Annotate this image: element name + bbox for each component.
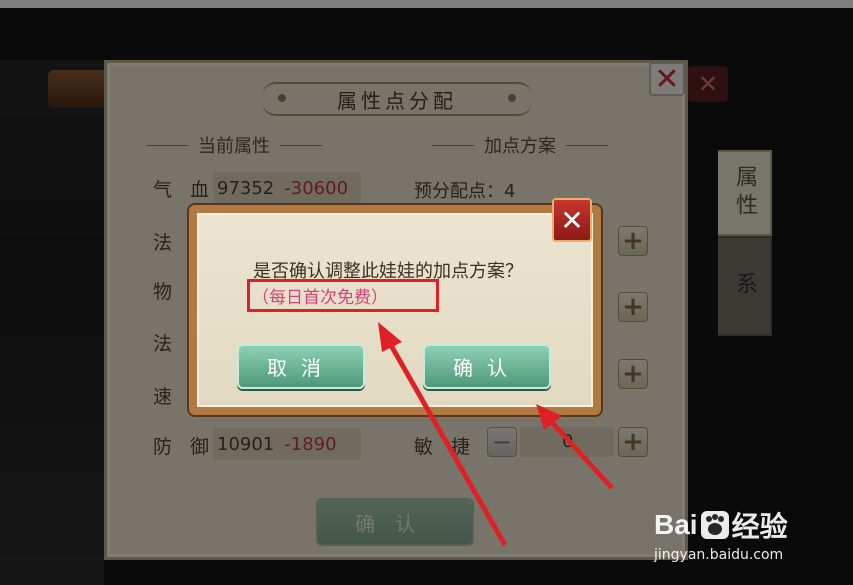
annotation-arrow-1-head [378,322,402,352]
annotation-arrow-2 [546,416,614,490]
baidu-url: jingyan.baidu.com [654,547,784,563]
baidu-logo: Bai 经验 [654,505,788,545]
baidu-logo-left: Bai [654,509,698,540]
paw-icon [700,511,729,539]
baidu-logo-right: 经验 [731,511,788,542]
annotation-arrow-1 [385,338,508,547]
annotation-arrows [378,322,614,547]
baidu-watermark: Bai 经验 jingyan.baidu.com [654,505,788,563]
